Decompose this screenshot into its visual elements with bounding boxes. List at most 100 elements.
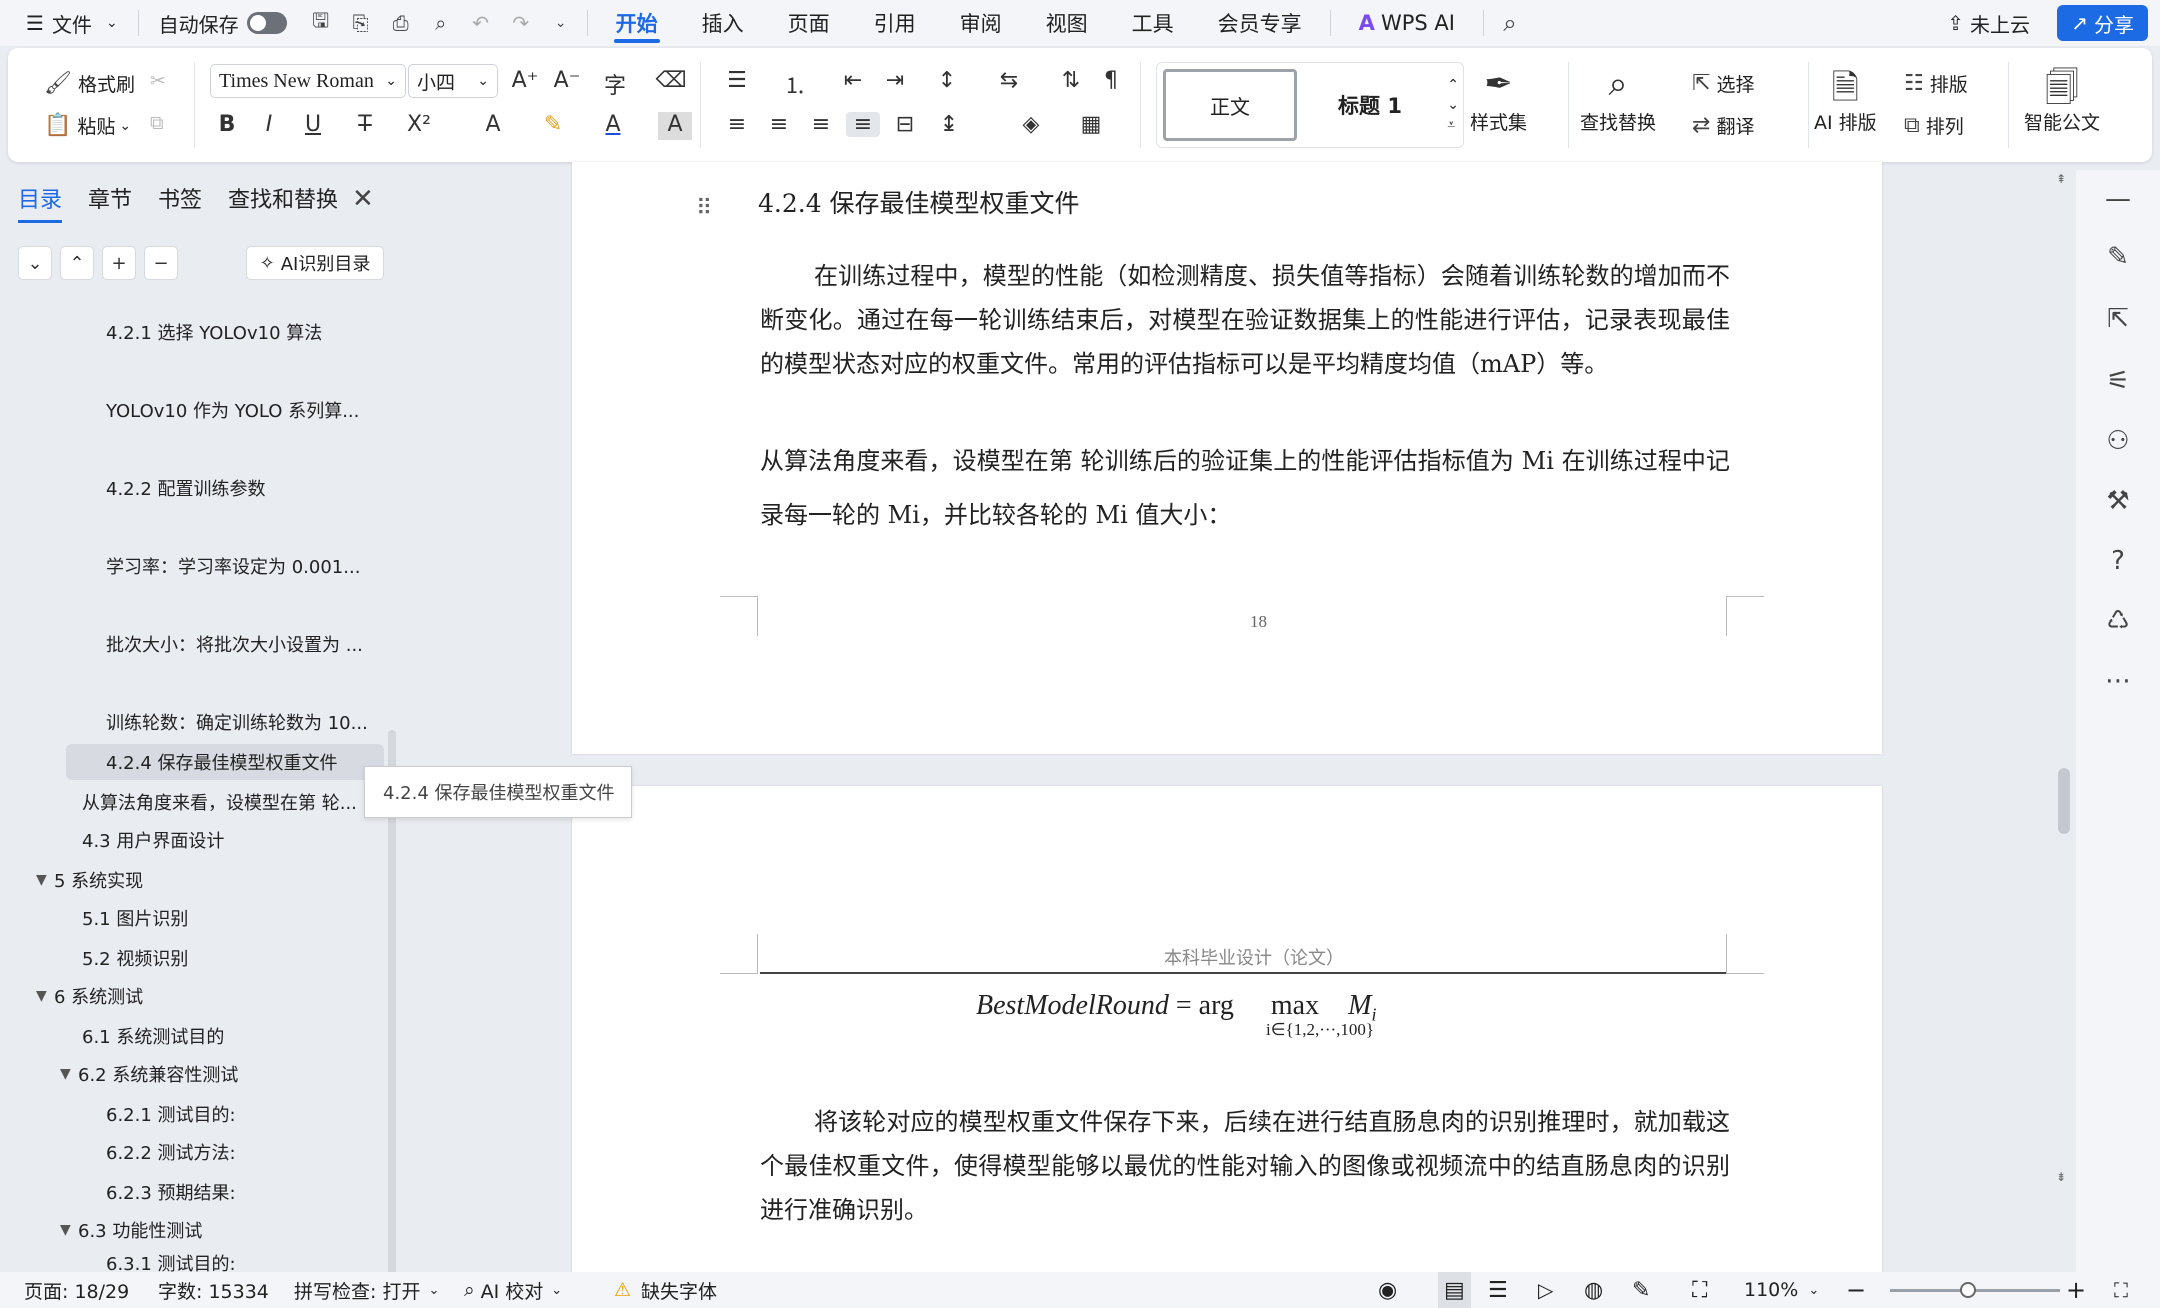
font-color-icon[interactable]: A [596,112,630,137]
tab-view[interactable]: 视图 [1024,0,1110,46]
add-icon[interactable]: + [102,246,136,280]
ai-toc-button[interactable]: ✧ AI识别目录 [246,246,384,280]
pen-icon[interactable]: ✎ [2076,242,2160,272]
toc-item[interactable]: YOLOv10 作为 YOLO 系列算... [0,392,385,428]
strikethrough-icon[interactable]: T [348,112,382,137]
save-icon[interactable]: 🖫 [306,8,336,38]
sort-icon[interactable]: ⇅ [1054,68,1088,93]
toc-item[interactable]: 6.2.2 测试方法: [0,1134,385,1170]
more-quick-access-icon[interactable]: ⌄ [546,8,576,38]
tab-wps-ai[interactable]: A WPS AI [1337,0,1477,46]
numbered-list-icon[interactable]: ⒈ [778,68,812,100]
missing-font[interactable]: ⚠ 缺失字体 [614,1272,717,1308]
caret-down-icon[interactable]: ▼ [36,872,54,888]
ai-layout-button[interactable]: 🗎 AI 排版 [1814,64,1877,135]
toc-item[interactable]: 4.3 用户界面设计 [0,822,385,858]
page-view-icon[interactable]: ▤ [1438,1272,1471,1308]
toc-item[interactable]: 5.2 视频识别 [0,940,385,976]
bold-icon[interactable]: B [210,112,244,137]
share-button[interactable]: ↗ 分享 [2057,5,2148,41]
toc-item[interactable]: ▼ 6 系统测试 [0,978,385,1014]
drag-handle-icon[interactable]: ⠿ [696,196,712,221]
tab-member[interactable]: 会员专享 [1196,0,1324,46]
find-replace-button[interactable]: ⌕ 查找替换 [1580,64,1656,135]
toc-item[interactable]: 批次大小：将批次大小设置为 ... [0,626,385,662]
select-pointer-icon[interactable]: ⇱ [2076,304,2160,334]
shading-icon[interactable]: ◈ [1014,112,1048,137]
toggle-switch[interactable] [246,12,287,34]
line-spacing-icon[interactable]: ↨ [932,112,966,137]
char-shading-icon[interactable]: A [658,112,692,140]
undo-icon[interactable]: ↶ [466,8,496,38]
body-paragraph[interactable]: 在训练过程中，模型的性能（如检测精度、损失值等指标）会随着训练轮数的增加而不断变… [760,254,1730,386]
collapse-up-icon[interactable]: ⌃ [60,246,94,280]
italic-icon[interactable]: I [252,112,286,137]
eye-protection-icon[interactable]: ◉ [1378,1272,1397,1308]
more-icon[interactable]: ⋯ [2076,666,2160,696]
section-heading[interactable]: 4.2.4 保存最佳模型权重文件 [758,184,1080,220]
adjust-icon[interactable]: ⚟ [2076,366,2160,396]
fit-page-icon[interactable]: ⛶ [1692,1272,1707,1308]
style-set-button[interactable]: ✒ 样式集 [1470,64,1527,135]
cloud-status[interactable]: ⇪ 未上云 [1947,0,2030,46]
autosave-toggle[interactable]: 自动保存 [145,0,301,46]
file-menu[interactable]: ☰ 文件 ⌄ [0,0,132,46]
tab-tools[interactable]: 工具 [1110,0,1196,46]
help-icon[interactable]: ? [2076,546,2160,576]
align-center-icon[interactable]: ≡ [762,112,796,137]
word-count[interactable]: 字数: 15334 [158,1272,269,1308]
arrange-button[interactable]: ⧉ 排列 [1904,112,1964,139]
toc-item[interactable]: ▼ 6.2 系统兼容性测试 [0,1056,385,1092]
toc-item[interactable]: 4.2.2 配置训练参数 [0,470,385,506]
minimize-panel-icon[interactable]: — [2076,184,2160,214]
export-pdf-icon[interactable]: ⎘ [346,8,376,38]
tab-references[interactable]: 引用 [852,0,938,46]
toc-item[interactable]: 从算法角度来看，设模型在第 轮... [0,784,385,820]
format-painter-button[interactable]: 🖌 格式刷 [44,70,135,97]
tab-page[interactable]: 页面 [766,0,852,46]
borders-icon[interactable]: ▦ [1074,112,1108,137]
highlight-icon[interactable]: ✎ [536,112,570,137]
tab-home[interactable]: 开始 [594,0,680,46]
collapse-down-icon[interactable]: ⌄ [18,246,52,280]
tab-bookmarks[interactable]: 书签 [158,182,202,223]
decrease-indent-icon[interactable]: ⇤ [836,68,870,93]
document-scrollbar[interactable]: ⇞ ⇟ [2052,170,2074,1270]
superscript-icon[interactable]: X² [402,112,436,137]
caret-down-icon[interactable]: ▼ [60,1222,78,1238]
toc-item[interactable]: 4.2.1 选择 YOLOv10 算法 [0,314,385,350]
caret-down-icon[interactable]: ▼ [36,988,54,1004]
print-icon[interactable]: ⎙ [386,8,416,38]
ai-assistant-icon[interactable]: ⚇ [2076,426,2160,456]
fullscreen-icon[interactable]: ⛶ [2114,1272,2128,1308]
select-button[interactable]: ⇱ 选择 [1692,70,1754,97]
bullet-list-icon[interactable]: ☰ [720,68,754,93]
toc-item[interactable]: ▼ 6.3 功能性测试 [0,1212,385,1248]
justify-icon[interactable]: ≡ [846,112,880,137]
play-icon[interactable]: ▷ [1538,1272,1553,1308]
chinese-layout-icon[interactable]: ⇆ [992,68,1026,93]
distributed-align-icon[interactable]: ⊟ [888,112,922,137]
toc-item-selected[interactable]: 4.2.4 保存最佳模型权重文件 [66,744,384,780]
toc-item[interactable]: 6.2.3 预期结果: [0,1174,385,1210]
align-left-icon[interactable]: ≡ [720,112,754,137]
font-name-select[interactable]: Times New Roman ⌄ [210,64,406,98]
font-size-select[interactable]: 小四 ⌄ [408,64,498,98]
close-icon[interactable]: ✕ [352,184,374,214]
layout-button[interactable]: ☷ 排版 [1904,70,1968,97]
remove-icon[interactable]: − [144,246,178,280]
body-paragraph[interactable]: 将该轮对应的模型权重文件保存下来，后续在进行结直肠息肉的识别推理时，就加载这个最… [760,1100,1730,1232]
toc-item[interactable]: 学习率：学习率设定为 0.001... [0,548,385,584]
write-mode-icon[interactable]: ✎ [1632,1272,1650,1308]
translate-button[interactable]: ⇄ 翻译 [1692,112,1754,139]
align-right-icon[interactable]: ≡ [804,112,838,137]
spell-check[interactable]: 拼写检查: 打开 ⌄ [294,1272,439,1308]
phonetic-guide-icon[interactable]: 字 [598,68,632,100]
toc-item[interactable]: 6.1 系统测试目的 [0,1018,385,1054]
tab-review[interactable]: 审阅 [938,0,1024,46]
style-gallery-more-icon[interactable]: ⌃ ⌄ ⩡ [1447,75,1459,135]
toc-item[interactable]: ▼ 5 系统实现 [0,862,385,898]
grow-font-icon[interactable]: A⁺ [508,68,542,93]
shrink-font-icon[interactable]: A⁻ [550,68,584,93]
paste-button[interactable]: 📋 粘贴 ⌄ [44,112,131,139]
